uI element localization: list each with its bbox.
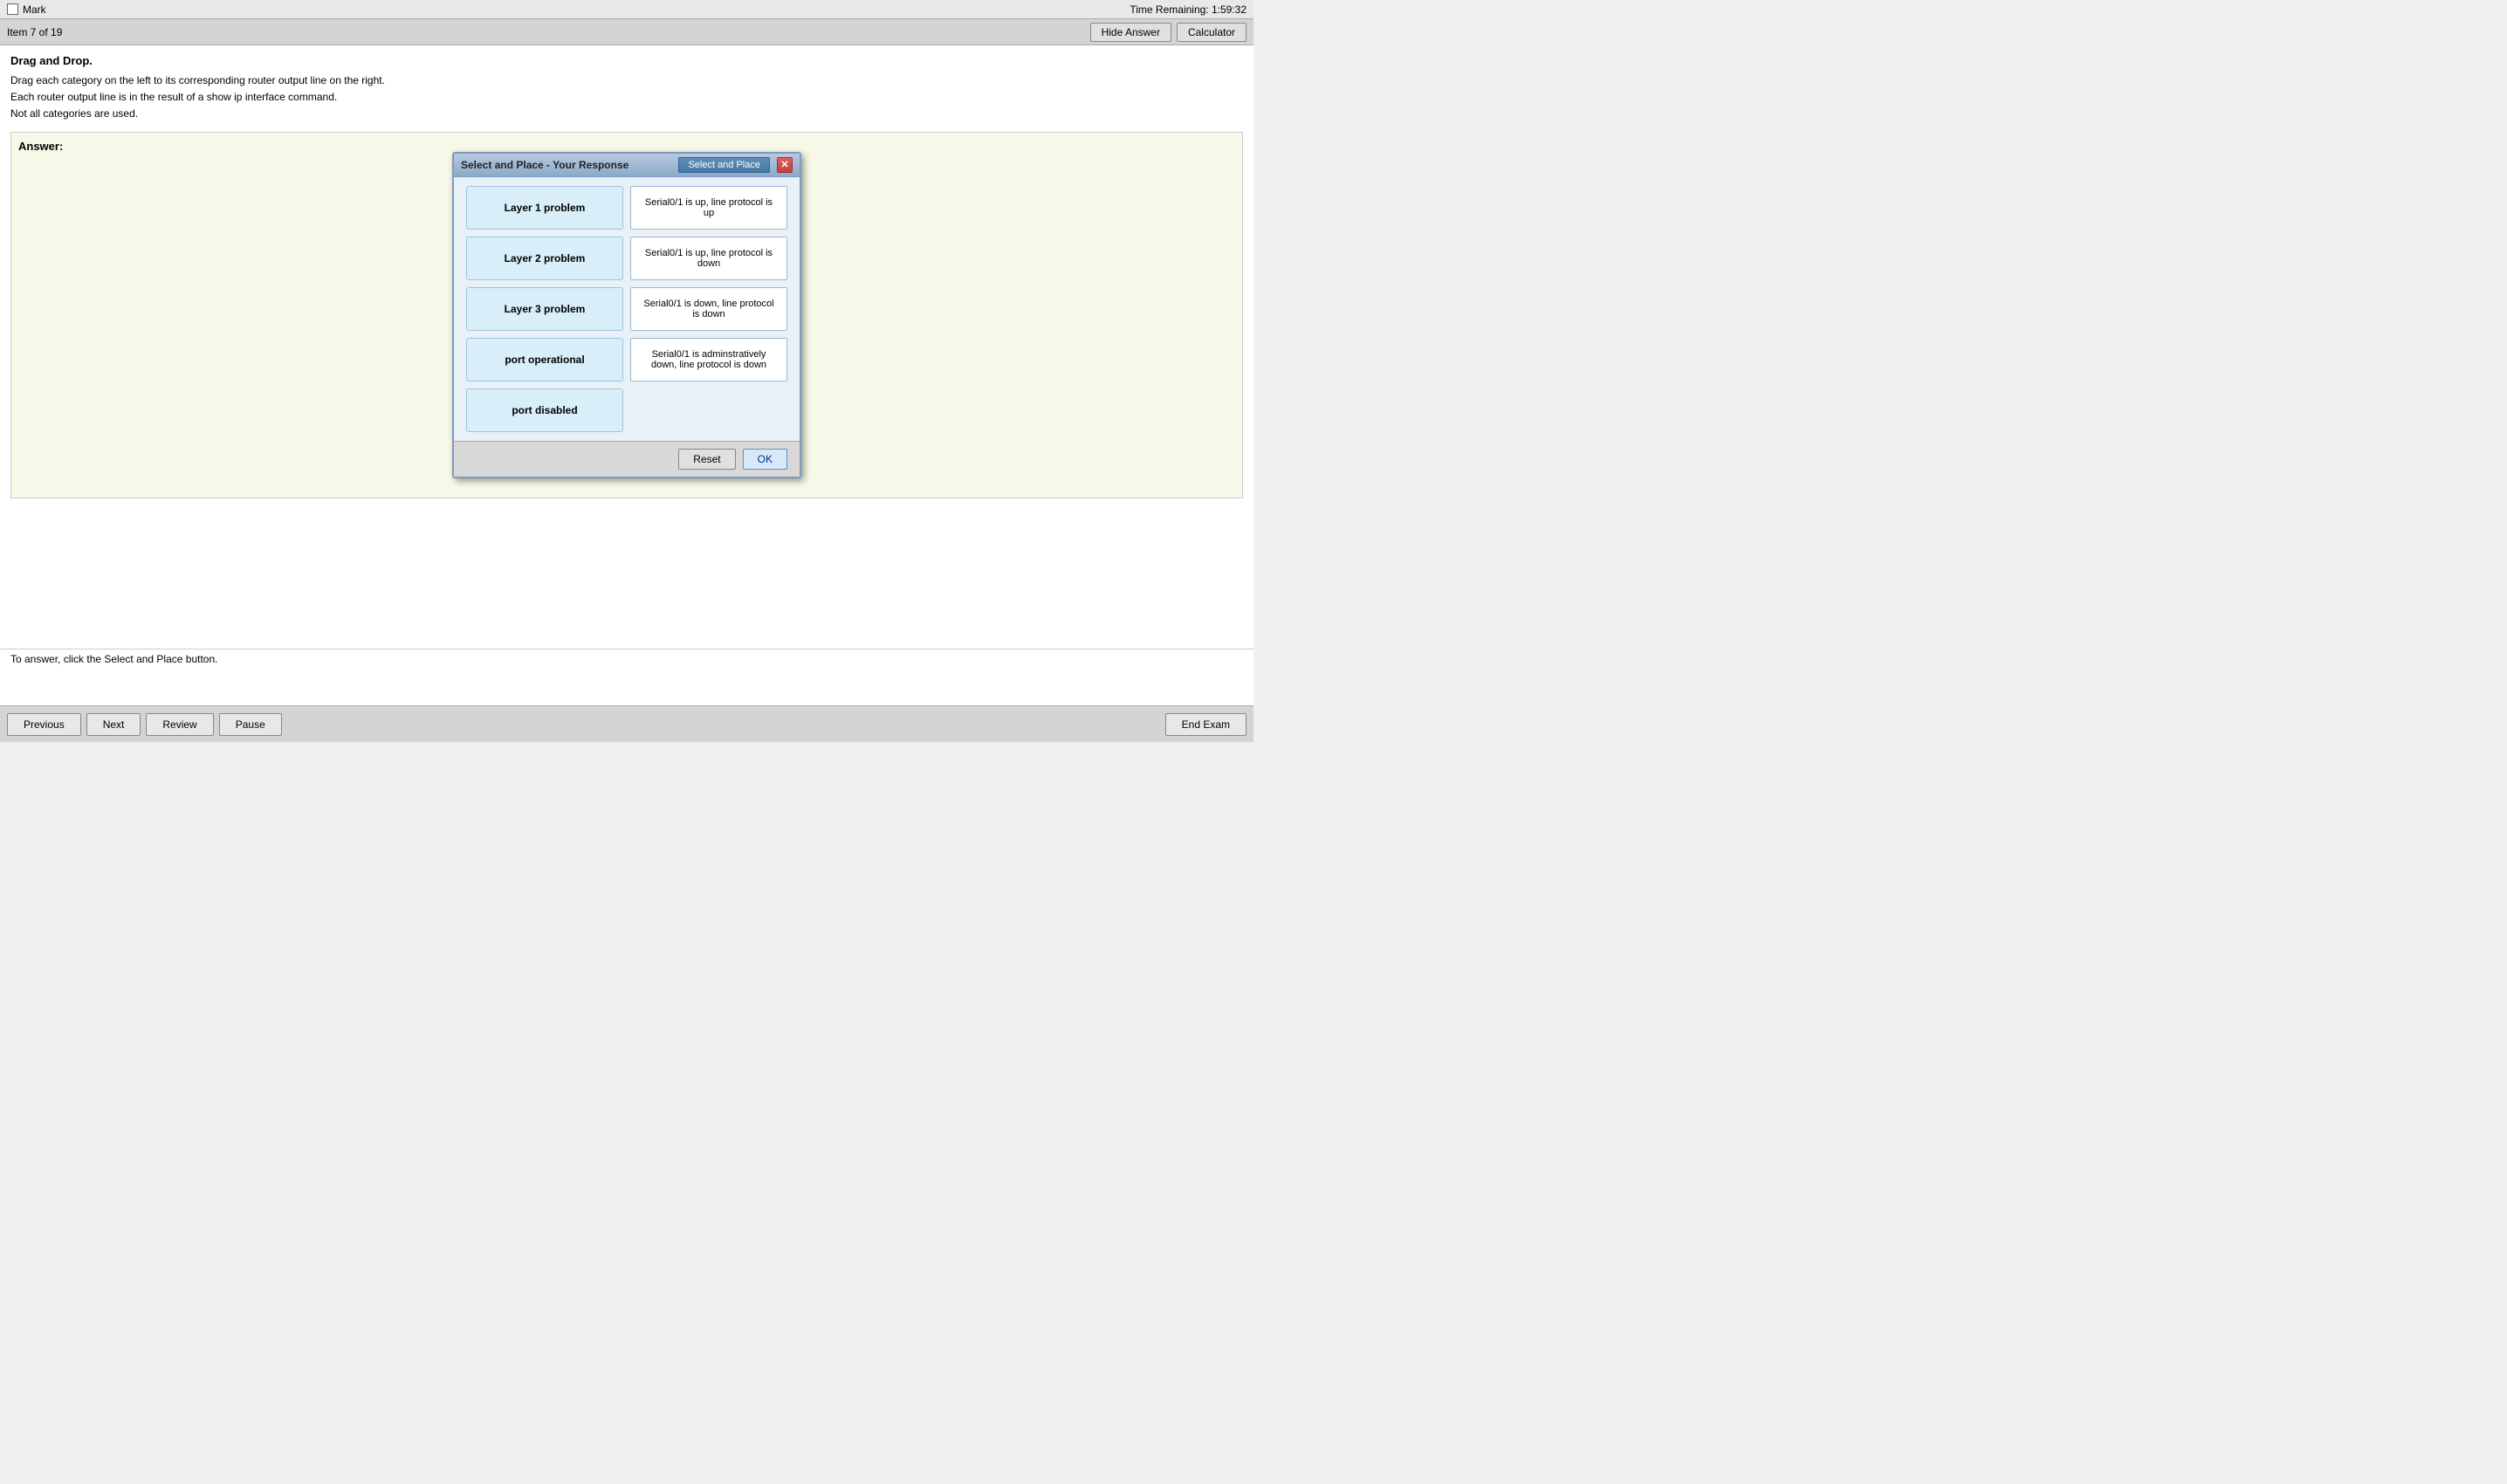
question-line-1: Drag each category on the left to its co… — [10, 72, 1243, 89]
question-line-3: Not all categories are used. — [10, 106, 1243, 122]
modal-footer: Reset OK — [454, 441, 800, 477]
item-buttons: Hide Answer Calculator — [1090, 23, 1247, 42]
previous-button[interactable]: Previous — [7, 713, 81, 736]
category-layer2[interactable]: Layer 2 problem — [466, 237, 623, 280]
category-layer1[interactable]: Layer 1 problem — [466, 186, 623, 230]
bottom-nav: Previous Next Review Pause End Exam — [0, 705, 1254, 742]
category-layer3[interactable]: Layer 3 problem — [466, 287, 623, 331]
question-title: Drag and Drop. — [10, 54, 1243, 67]
item-bar: Item 7 of 19 Hide Answer Calculator — [0, 19, 1254, 45]
select-place-modal: Select and Place - Your Response Select … — [452, 152, 801, 478]
modal-close-button[interactable]: ✕ — [777, 157, 793, 173]
output-serial-up-up[interactable]: Serial0/1 is up, line protocol is up — [630, 186, 787, 230]
review-button[interactable]: Review — [146, 713, 213, 736]
category-port-operational[interactable]: port operational — [466, 338, 623, 381]
ok-button[interactable]: OK — [743, 449, 787, 470]
calculator-button[interactable]: Calculator — [1177, 23, 1247, 42]
output-serial-admin-down[interactable]: Serial0/1 is adminstratively down, line … — [630, 338, 787, 381]
category-port-disabled[interactable]: port disabled — [466, 388, 623, 432]
modal-select-place-button[interactable]: Select and Place — [678, 157, 770, 173]
reset-button[interactable]: Reset — [678, 449, 735, 470]
top-bar: Mark Time Remaining: 1:59:32 — [0, 0, 1254, 19]
pause-button[interactable]: Pause — [219, 713, 282, 736]
modal-body: Layer 1 problem Serial0/1 is up, line pr… — [454, 177, 800, 441]
mark-label: Mark — [23, 3, 46, 16]
main-content: Drag and Drop. Drag each category on the… — [0, 45, 1254, 705]
item-info: Item 7 of 19 — [7, 26, 62, 38]
next-button[interactable]: Next — [86, 713, 141, 736]
answer-area: Answer: Select and Place - Your Response… — [10, 132, 1243, 498]
bottom-instruction: To answer, click the Select and Place bu… — [0, 649, 1254, 669]
modal-title: Select and Place - Your Response — [461, 159, 678, 171]
empty-right-cell — [630, 388, 787, 432]
hide-answer-button[interactable]: Hide Answer — [1090, 23, 1171, 42]
close-icon: ✕ — [780, 159, 788, 170]
end-exam-button[interactable]: End Exam — [1165, 713, 1247, 736]
question-body: Drag each category on the left to its co… — [10, 72, 1243, 123]
modal-overlay: Select and Place - Your Response Select … — [11, 133, 1242, 498]
mark-checkbox[interactable] — [7, 3, 18, 15]
output-serial-down-down[interactable]: Serial0/1 is down, line protocol is down — [630, 287, 787, 331]
modal-titlebar: Select and Place - Your Response Select … — [454, 154, 800, 177]
time-remaining: Time Remaining: 1:59:32 — [1130, 3, 1247, 16]
question-line-2: Each router output line is in the result… — [10, 89, 1243, 106]
output-serial-up-down[interactable]: Serial0/1 is up, line protocol is down — [630, 237, 787, 280]
